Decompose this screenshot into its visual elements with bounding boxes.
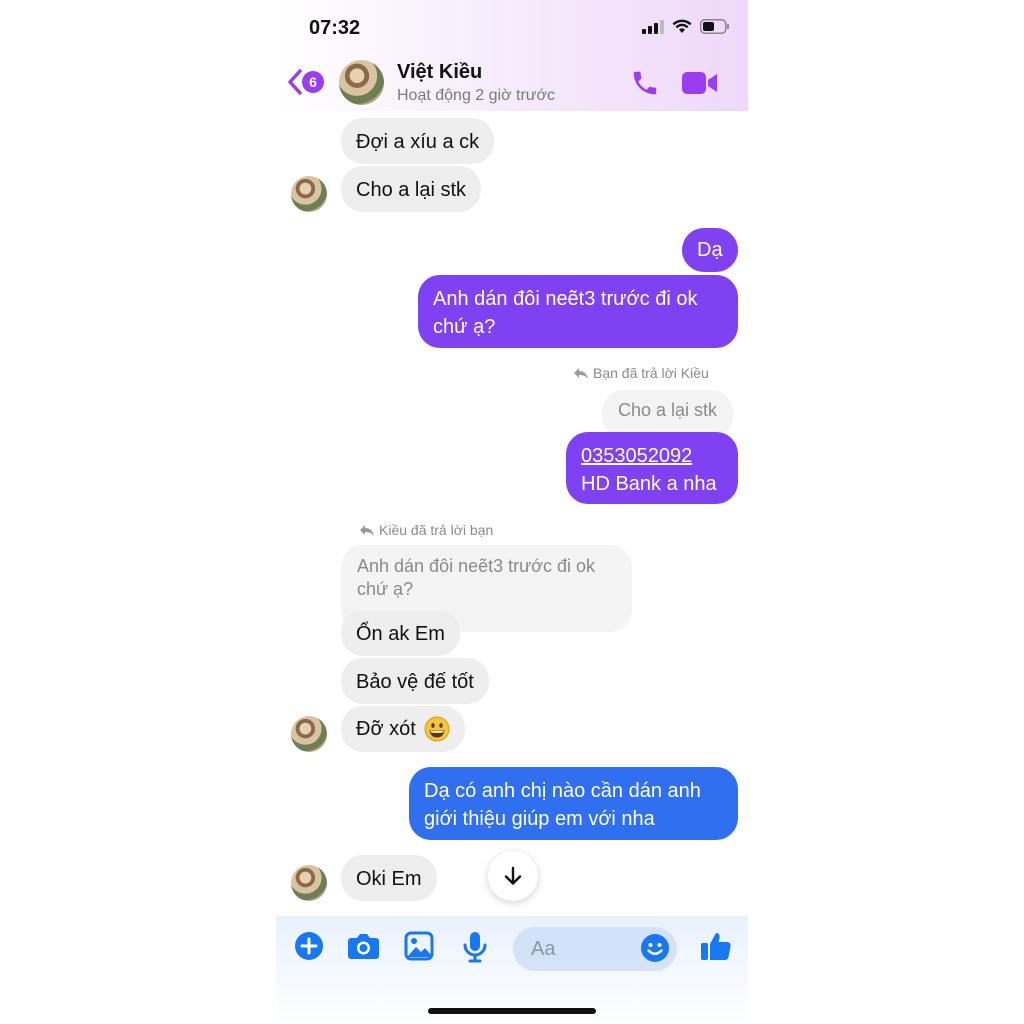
- message-outgoing[interactable]: 0353052092 HD Bank a nha: [566, 432, 738, 504]
- sender-avatar[interactable]: [291, 176, 327, 212]
- quoted-text: Cho a lại stk: [618, 400, 718, 420]
- reply-indicator: Bạn đã trả lời Kiều: [573, 365, 709, 381]
- reply-arrow-icon: [360, 524, 374, 536]
- quoted-message[interactable]: Cho a lại stk: [602, 390, 734, 438]
- unread-badge: 6: [302, 71, 324, 93]
- message-text: Ổn ak Em: [356, 623, 445, 645]
- status-icons: [642, 19, 730, 34]
- arrow-down-icon: [504, 866, 522, 885]
- contact-name[interactable]: Việt Kiều: [397, 61, 482, 84]
- message-input-placeholder: Aa: [531, 937, 556, 960]
- chat-header: 07:32 6 Việt Kiều Hoạt động 2 giờ trước: [276, 0, 748, 111]
- message-text: Oki Em: [356, 868, 422, 890]
- message-incoming[interactable]: Đợi a xíu a ck: [341, 118, 495, 164]
- message-incoming[interactable]: Cho a lại stk: [341, 166, 482, 212]
- reply-indicator-text: Kiều đã trả lời bạn: [379, 522, 494, 538]
- wifi-icon: [672, 19, 692, 33]
- message-text-line: Dạ có anh chị nào cần dán anh: [424, 780, 701, 802]
- emoji-grinning: [424, 716, 450, 742]
- contact-avatar[interactable]: [339, 60, 384, 105]
- message-incoming[interactable]: Oki Em: [341, 855, 437, 901]
- sender-avatar[interactable]: [291, 865, 327, 901]
- status-time: 07:32: [309, 17, 361, 39]
- contact-status: Hoạt động 2 giờ trước: [397, 87, 555, 104]
- sender-avatar[interactable]: [291, 716, 327, 752]
- scroll-to-bottom-button[interactable]: [488, 851, 538, 901]
- message-text: Đợi a xíu a ck: [356, 131, 480, 153]
- message-text: Đỡ xót: [356, 718, 416, 740]
- reply-indicator-text: Bạn đã trả lời Kiều: [593, 365, 709, 381]
- messenger-screen: 07:32 6 Việt Kiều Hoạt động 2 giờ trước …: [276, 0, 748, 1024]
- video-camera-icon[interactable]: [682, 70, 718, 96]
- message-text-line: Anh dán đôi neẽt3 trước đi ok: [433, 288, 698, 310]
- thumbs-up-icon[interactable]: [700, 930, 732, 962]
- image-icon[interactable]: [404, 931, 434, 961]
- message-text-line: giới thiệu giúp em với nha: [424, 808, 655, 830]
- reply-arrow-icon: [574, 367, 588, 379]
- message-incoming[interactable]: Ổn ak Em: [341, 610, 460, 656]
- phone-number-link[interactable]: 0353052092: [581, 442, 723, 470]
- message-text: Bảo vệ đế tốt: [356, 671, 474, 693]
- back-button[interactable]: 6: [286, 68, 324, 96]
- composer-bar: Aa: [276, 916, 748, 1024]
- quoted-text-line: chứ ạ?: [357, 579, 414, 599]
- message-incoming[interactable]: Bảo vệ đế tốt: [341, 658, 489, 704]
- smiley-icon[interactable]: [640, 933, 670, 963]
- camera-icon[interactable]: [347, 931, 380, 961]
- home-indicator: [428, 1008, 596, 1014]
- message-outgoing[interactable]: Anh dán đôi neẽt3 trước đi ok chứ ạ?: [418, 275, 738, 348]
- message-outgoing[interactable]: Dạ: [682, 228, 738, 272]
- plus-icon[interactable]: [294, 931, 324, 961]
- message-text-line: HD Bank a nha: [581, 473, 717, 495]
- signal-icon: [642, 19, 664, 34]
- message-text-line: chứ ạ?: [433, 316, 496, 338]
- phone-icon[interactable]: [630, 68, 660, 98]
- quoted-text-line: Anh dán đôi neẽt3 trước đi ok: [357, 556, 595, 576]
- message-incoming[interactable]: Đỡ xót: [341, 706, 465, 752]
- microphone-icon[interactable]: [463, 931, 487, 963]
- battery-icon: [700, 19, 729, 34]
- message-outgoing[interactable]: Dạ có anh chị nào cần dán anh giới thiệu…: [409, 767, 738, 840]
- reply-indicator: Kiều đã trả lời bạn: [359, 522, 493, 538]
- message-text: Dạ: [697, 239, 723, 261]
- message-text: Cho a lại stk: [356, 179, 467, 201]
